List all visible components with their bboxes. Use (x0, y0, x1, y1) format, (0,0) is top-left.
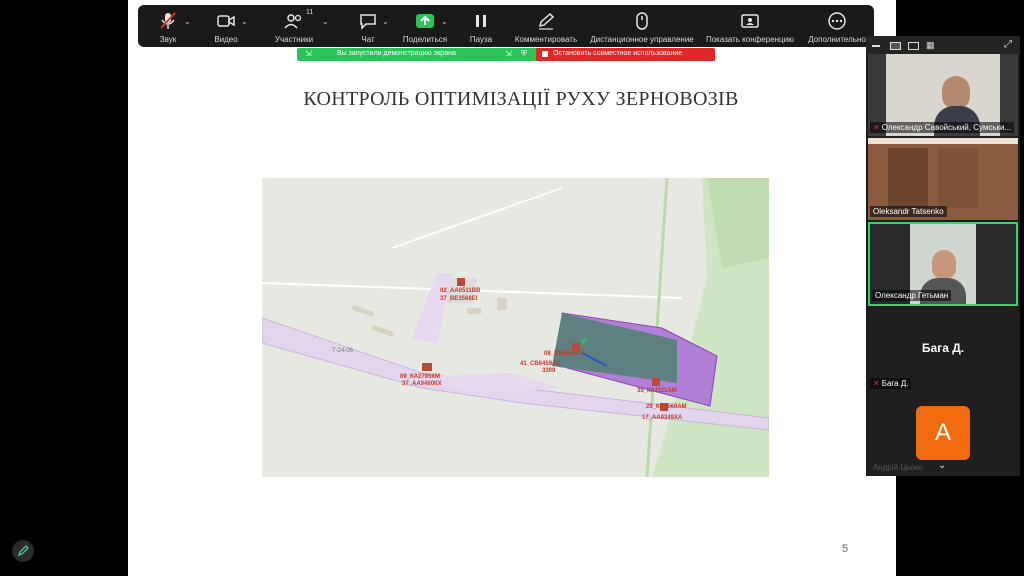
participant-tile[interactable]: Бага Д. ✕ Бага Д. (868, 308, 1018, 392)
chat-label: Чат (361, 35, 375, 44)
participant-name: Oleksandr Tatsenko (870, 206, 947, 217)
sharing-status-text: Вы запустили демонстрацию экрана (337, 50, 456, 57)
participants-label: Участники (274, 35, 314, 44)
participant-name: ✕ Олександр Савойський, Сумськи... (870, 122, 1015, 133)
meeting-toolbar: Звук ⌄ Видео ⌄ Участники 11 ⌄ Чат ⌄ Поде… (138, 5, 874, 47)
share-button[interactable]: Поделиться (400, 5, 450, 47)
annotate-floating-button[interactable] (12, 540, 34, 562)
participant-tile[interactable]: ✕ Олександр Савойський, Сумськи... (868, 54, 1018, 136)
annotate-button[interactable]: Комментировать (510, 5, 582, 47)
participant-tile-active[interactable]: Олександр Гетьман (868, 222, 1018, 306)
muted-mic-icon: ✕ (873, 123, 880, 132)
grid-view-icon[interactable]: ▦ (926, 40, 935, 51)
remote-control-button[interactable]: Дистанционное управление (586, 5, 698, 47)
speaker-view-icon[interactable] (890, 42, 901, 50)
share-options-chevron-icon[interactable]: ⌄ (441, 17, 448, 26)
chat-options-chevron-icon[interactable]: ⌄ (382, 17, 389, 26)
map-label: 41_СВ6459АС (520, 361, 561, 367)
more-label: Дополнительно (808, 35, 866, 44)
strip-view-icon[interactable] (908, 42, 919, 50)
participants-options-chevron-icon[interactable]: ⌄ (322, 17, 329, 26)
participant-avatar: А (916, 406, 970, 460)
map-graphic (262, 178, 769, 477)
annotate-label: Комментировать (514, 35, 578, 44)
mouse-icon (636, 12, 648, 30)
road-label: Т-24-06 (332, 348, 354, 354)
map-label: 02_АА0511ВВ (440, 288, 481, 294)
shield-icon: ⛨ (521, 49, 527, 58)
show-meeting-label: Показать конференцию (705, 35, 795, 44)
participant-display-name: Бага Д. (921, 341, 965, 355)
video-options-chevron-icon[interactable]: ⌄ (241, 17, 248, 26)
slide-title: КОНТРОЛЬ ОПТИМІЗАЦІЇ РУХУ ЗЕРНОВОЗІВ (303, 88, 739, 110)
share-screen-icon (416, 14, 434, 28)
scroll-down-chevron-icon[interactable]: ⌄ (938, 460, 946, 471)
pause-share-button[interactable]: Пауза (461, 5, 501, 47)
minimize-icon[interactable] (872, 45, 880, 47)
audio-button[interactable]: Звук (150, 5, 186, 47)
participant-name: Андрій Цьоко (873, 463, 923, 472)
stop-sharing-label: Остановить совместное использование (553, 50, 683, 57)
more-icon (828, 12, 846, 30)
participant-tile[interactable]: А Андрій Цьоко ⌄ (868, 394, 1018, 476)
participants-icon (284, 14, 302, 29)
video-label: Видео (214, 35, 238, 44)
muted-mic-icon: ✕ (873, 379, 880, 388)
map-label: 3309 (542, 368, 556, 374)
map-label: 09_КА2795КМ (400, 374, 441, 380)
camera-icon (217, 15, 235, 27)
stop-icon (542, 51, 548, 57)
show-meeting-button[interactable]: Показать конференцию (702, 5, 798, 47)
gallery-controls: ▦ ⤢ (866, 36, 1020, 54)
chat-icon (360, 14, 376, 30)
map-label: 29_КА8569АМ (646, 404, 687, 410)
muted-mic-icon (160, 12, 176, 29)
tracking-map: 02_АА0511ВВ 37_ВЕ3568ЕІ 08_ВН6535АХ 41_С… (262, 178, 769, 477)
participant-name: ✕ Бага Д. (870, 378, 912, 389)
pause-label: Пауза (469, 35, 493, 44)
stop-sharing-button[interactable]: Остановить совместное использование (536, 48, 715, 61)
map-label: 37_ВЕ3568ЕІ (440, 296, 478, 302)
more-button[interactable]: Дополнительно (802, 5, 872, 47)
pin-icon[interactable]: ⇲ (305, 49, 312, 58)
map-label: 35_КА1111АМ (637, 388, 677, 394)
map-label: 17_АА8349ХА (642, 415, 683, 421)
chat-button[interactable]: Чат (346, 5, 390, 47)
remote-control-label: Дистанционное управление (590, 35, 694, 44)
pencil-icon (538, 12, 555, 30)
participant-tile[interactable]: Oleksandr Tatsenko (868, 138, 1018, 220)
video-button[interactable]: Видео (206, 5, 246, 47)
audio-label: Звук (159, 35, 177, 44)
audio-options-chevron-icon[interactable]: ⌄ (184, 17, 191, 26)
participant-name: Олександр Гетьман (872, 290, 952, 301)
map-label: 08_ВН6535АХ (544, 351, 585, 357)
pin-icon[interactable]: ⇲ (505, 49, 512, 58)
slide-page-number: 5 (842, 543, 849, 555)
expand-icon[interactable]: ⤢ (1004, 39, 1012, 50)
meeting-window-icon (741, 14, 759, 28)
participants-count: 11 (306, 9, 314, 16)
pause-icon (476, 15, 486, 27)
map-label: 37_АА9460КХ (402, 381, 442, 387)
pencil-icon (17, 545, 29, 557)
sharing-status-banner: ⇲ Вы запустили демонстрацию экрана ⇲ ⛨ (297, 48, 536, 61)
share-label: Поделиться (402, 35, 448, 44)
